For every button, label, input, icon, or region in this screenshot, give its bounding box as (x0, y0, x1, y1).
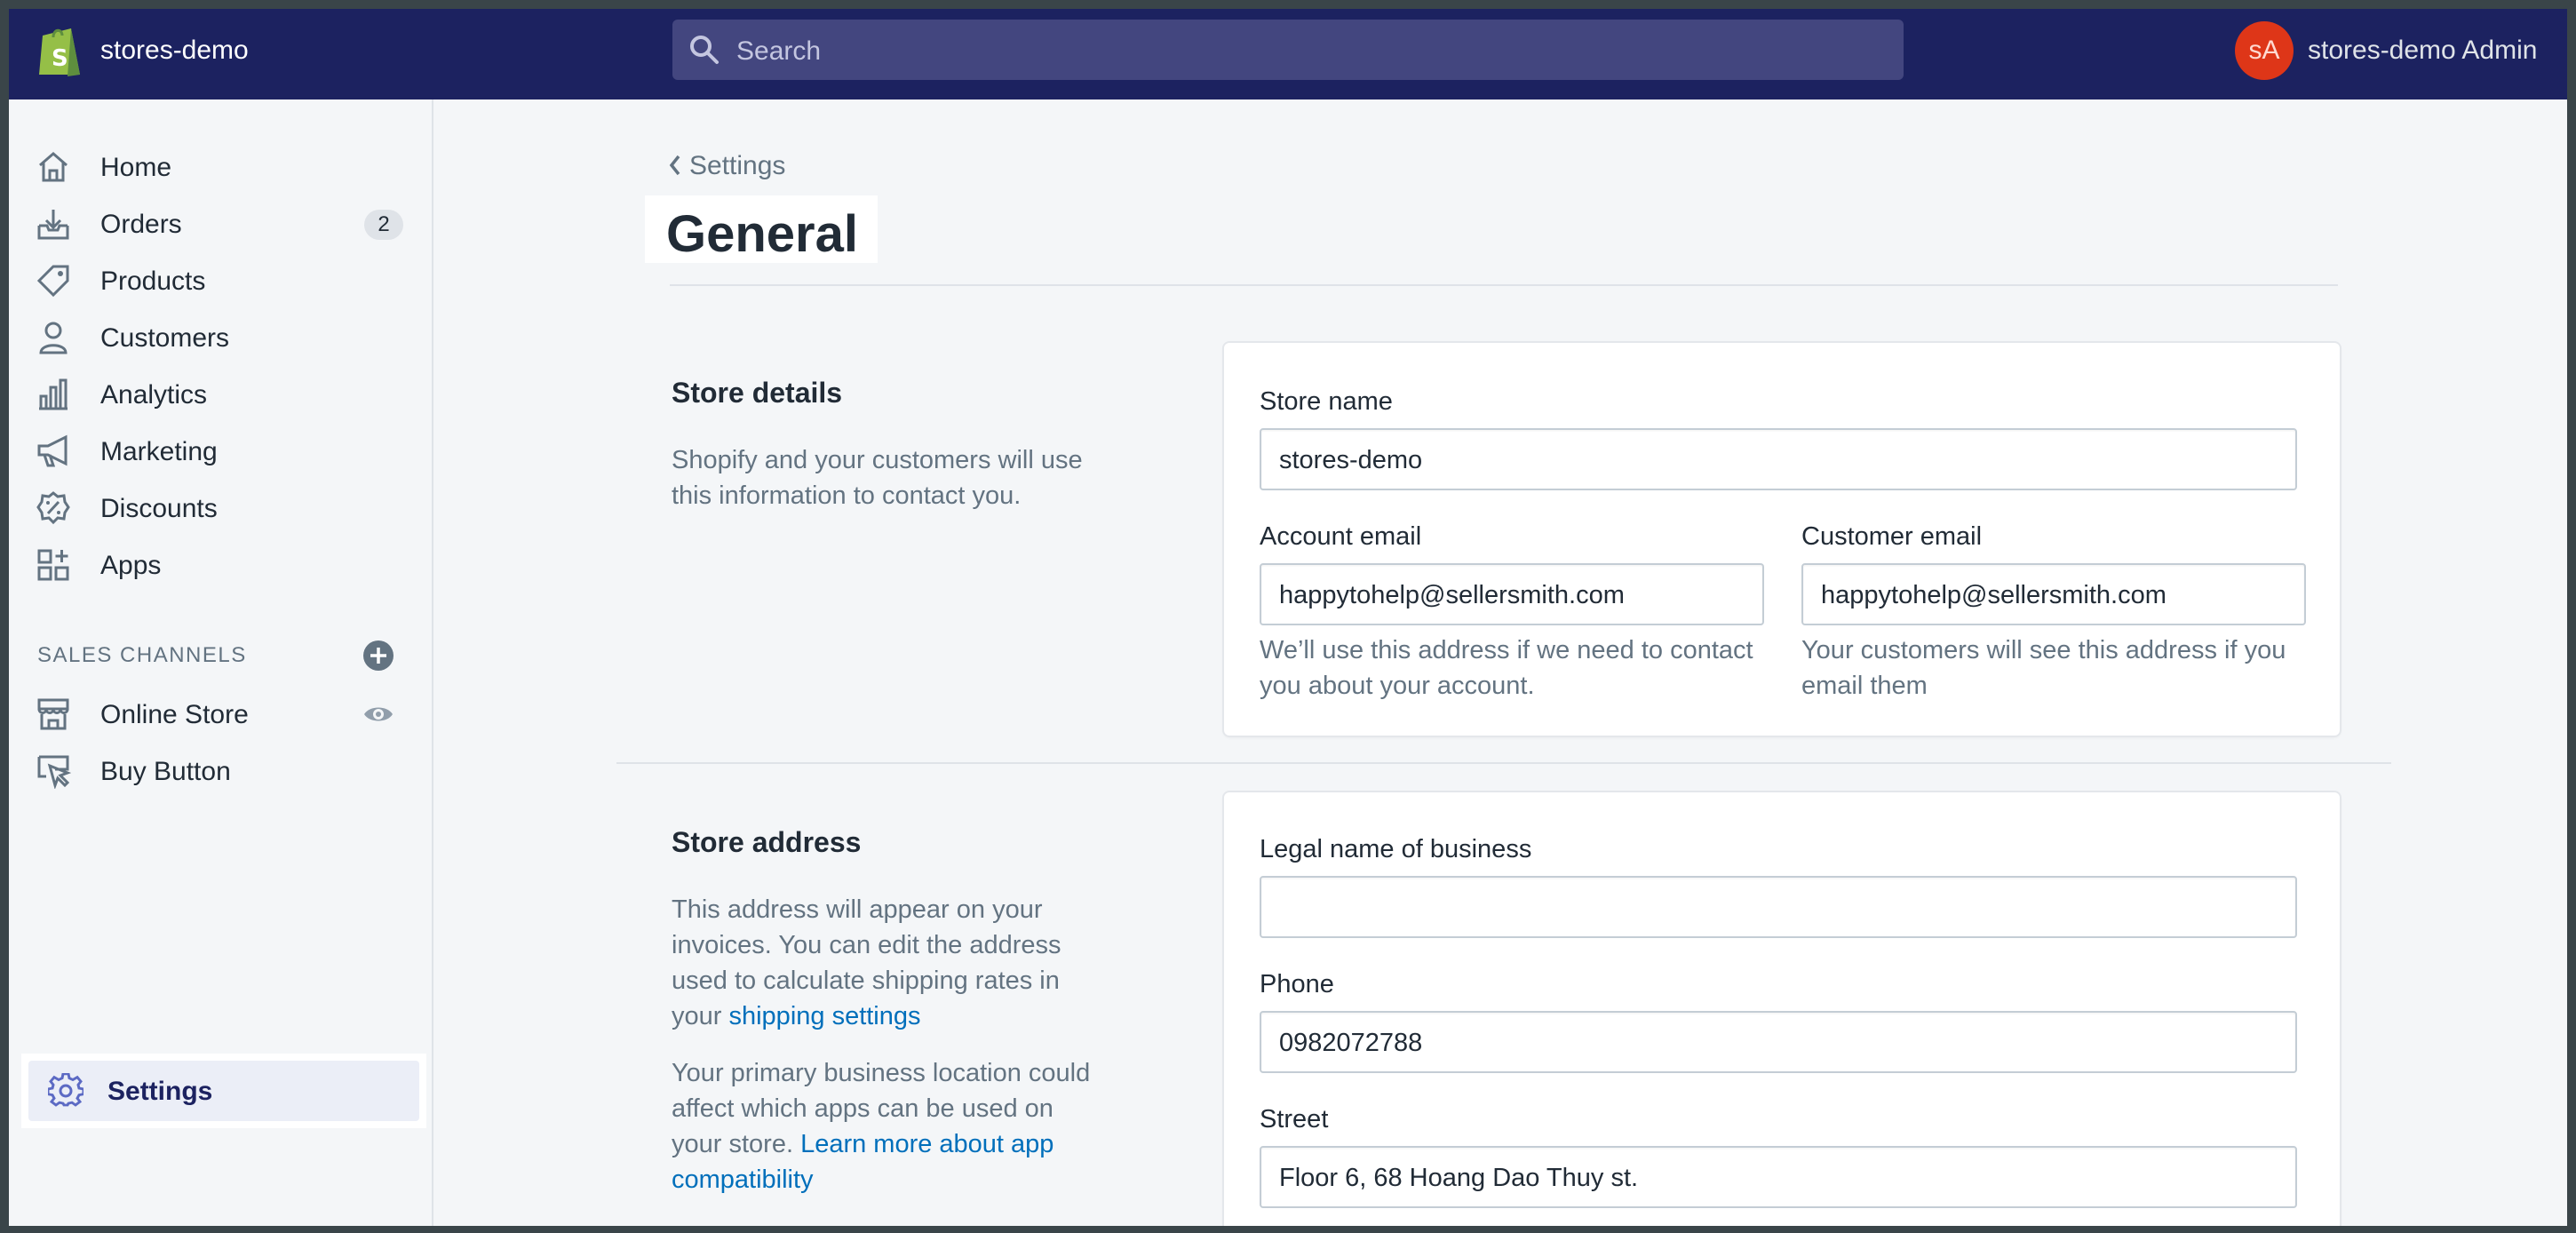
store-details-heading: Store details (672, 377, 843, 409)
sidebar-item-home[interactable]: Home (9, 139, 433, 195)
store-name[interactable]: stores-demo (100, 36, 249, 66)
sidebar-item-label: Buy Button (100, 757, 231, 786)
avatar[interactable]: sA (2235, 21, 2294, 80)
phone-label: Phone (1260, 970, 1334, 998)
customer-email-highlight: Customer email happytohelp@sellersmith.c… (1773, 501, 2315, 714)
account-email-label: Account email (1260, 522, 1422, 551)
sidebar-item-online-store[interactable]: Online Store (9, 686, 433, 743)
street-label: Street (1260, 1105, 1329, 1134)
breadcrumb[interactable]: Settings (666, 151, 785, 181)
settings-highlight: Settings (28, 1061, 419, 1121)
search-bar[interactable]: Search (672, 20, 1904, 80)
sidebar-item-orders[interactable]: Orders 2 (9, 195, 433, 252)
sidebar-item-buy-button[interactable]: Buy Button (9, 743, 433, 799)
sidebar-item-label: Orders (100, 210, 182, 239)
svg-text:S: S (52, 45, 68, 72)
sidebar-item-customers[interactable]: Customers (9, 309, 433, 366)
gear-icon (48, 1073, 83, 1107)
customer-email-help: Your customers will see this address if … (1801, 636, 2286, 700)
divider (616, 762, 2391, 764)
orders-icon (37, 210, 69, 240)
sidebar-item-products[interactable]: Products (9, 252, 433, 309)
buy-button-icon (37, 755, 71, 789)
divider (670, 284, 2338, 286)
account-email-help: We’ll use this address if we need to con… (1260, 636, 1753, 700)
chevron-left-icon (669, 155, 680, 176)
store-icon (37, 698, 69, 730)
sidebar-item-label: Analytics (100, 380, 208, 410)
search-input[interactable]: Search (736, 36, 821, 67)
sidebar-item-marketing[interactable]: Marketing (9, 423, 433, 480)
store-address-heading: Store address (672, 826, 862, 858)
store-name-label: Store name (1260, 387, 1393, 416)
shipping-settings-link[interactable]: shipping settings (728, 1002, 920, 1030)
store-address-description: This address will appear on your invoice… (672, 892, 1107, 1034)
sales-channels-heading: SALES CHANNELS (37, 643, 247, 667)
breadcrumb-label: Settings (689, 151, 786, 180)
shopify-logo-icon[interactable]: S (36, 23, 85, 80)
account-name[interactable]: stores-demo Admin (2308, 36, 2537, 66)
sidebar-item-label: Settings (107, 1077, 213, 1106)
street-field[interactable]: Floor 6, 68 Hoang Dao Thuy st. (1260, 1146, 2297, 1208)
account-email-field[interactable]: happytohelp@sellersmith.com (1260, 563, 1764, 625)
legal-name-field[interactable] (1260, 876, 2297, 938)
bar-chart-icon (39, 378, 68, 410)
customer-email-label: Customer email (1801, 522, 1983, 551)
apps-icon (37, 549, 69, 581)
home-icon (39, 152, 68, 182)
store-details-description: Shopify and your customers will use this… (672, 446, 1083, 510)
sidebar-item-label: Online Store (100, 700, 249, 729)
app-window: S stores-demo Search sA stores-demo Admi… (9, 9, 2567, 1226)
top-bar: S stores-demo Search sA stores-demo Admi… (9, 9, 2567, 99)
discount-icon (36, 491, 70, 525)
page-title: General (666, 205, 858, 263)
tag-icon (36, 265, 69, 298)
sidebar-item-label: Apps (100, 551, 162, 580)
business-location-description: Your primary business location could aff… (672, 1055, 1107, 1197)
sidebar-item-discounts[interactable]: Discounts (9, 480, 433, 537)
person-icon (39, 322, 68, 354)
sidebar-item-label: Customers (100, 323, 230, 353)
sidebar-item-label: Marketing (100, 437, 218, 466)
search-icon (690, 36, 719, 64)
sidebar-item-label: Discounts (100, 494, 218, 523)
orders-count-badge: 2 (364, 210, 403, 240)
add-sales-channel-icon[interactable] (362, 640, 394, 672)
megaphone-icon (37, 434, 68, 467)
sidebar-item-label: Home (100, 153, 172, 182)
sidebar-item-label: Products (100, 266, 206, 296)
legal-name-label: Legal name of business (1260, 835, 1532, 863)
sidebar-item-apps[interactable]: Apps (9, 537, 433, 593)
customer-email-field[interactable]: happytohelp@sellersmith.com (1801, 563, 2306, 625)
store-name-field[interactable]: stores-demo (1260, 428, 2297, 490)
phone-field[interactable]: 0982072788 (1260, 1011, 2297, 1073)
sidebar-item-analytics[interactable]: Analytics (9, 366, 433, 423)
eye-icon[interactable] (362, 698, 394, 730)
sidebar-item-settings[interactable]: Settings (21, 1054, 426, 1128)
store-address-card: Legal name of business Phone 0982072788 … (1224, 792, 2340, 1226)
